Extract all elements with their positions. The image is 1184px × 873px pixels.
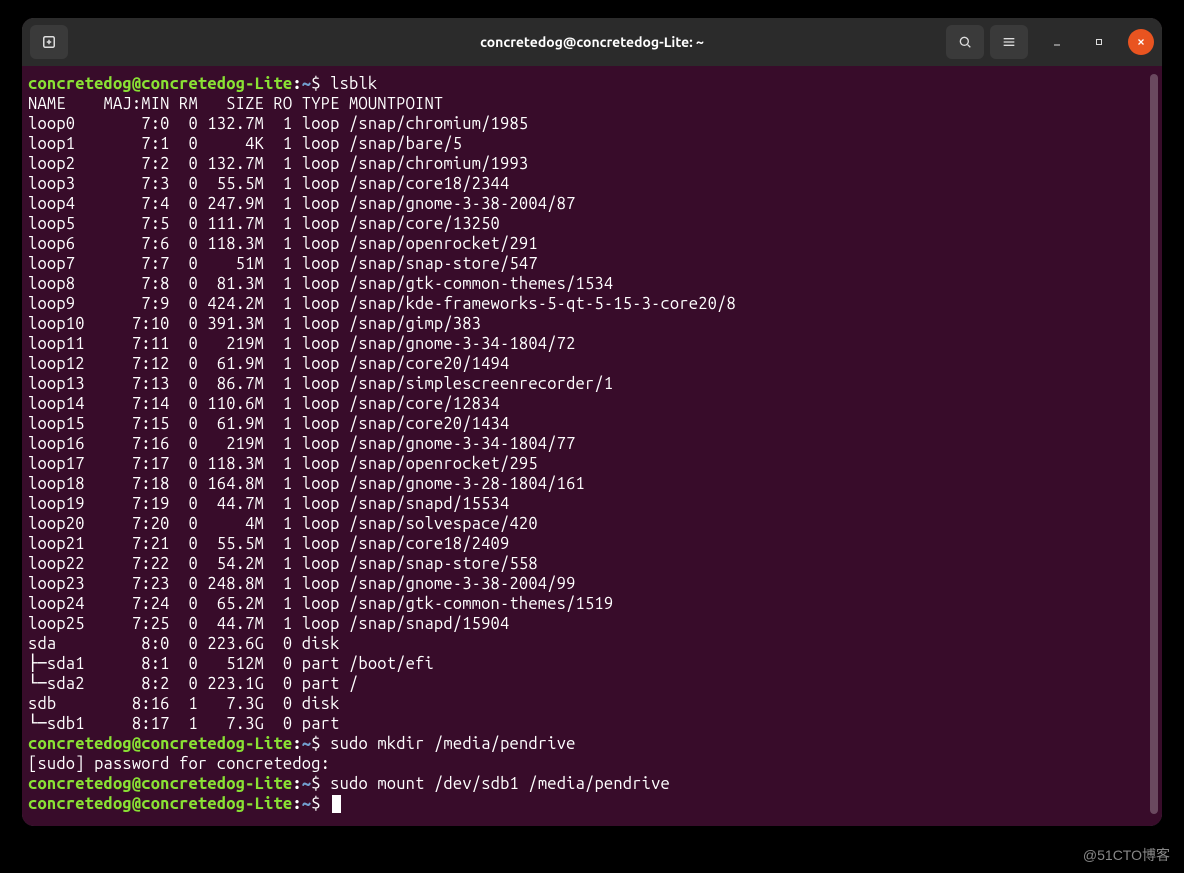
watermark: @51CTO博客 <box>1083 845 1170 865</box>
search-button[interactable] <box>946 25 984 59</box>
terminal-body[interactable]: concretedog@concretedog-Lite:~$ lsblk NA… <box>22 66 1162 826</box>
scrollbar[interactable] <box>1150 74 1158 814</box>
window-title: concretedog@concretedog-Lite: ~ <box>480 34 704 50</box>
terminal-window: concretedog@concretedog-Lite: ~ concrete… <box>22 18 1162 826</box>
maximize-button[interactable] <box>1086 29 1112 55</box>
terminal-output[interactable]: concretedog@concretedog-Lite:~$ lsblk NA… <box>28 74 1156 814</box>
minimize-button[interactable] <box>1044 29 1070 55</box>
close-button[interactable] <box>1128 29 1154 55</box>
new-tab-button[interactable] <box>30 25 68 59</box>
titlebar: concretedog@concretedog-Lite: ~ <box>22 18 1162 66</box>
menu-button[interactable] <box>990 25 1028 59</box>
